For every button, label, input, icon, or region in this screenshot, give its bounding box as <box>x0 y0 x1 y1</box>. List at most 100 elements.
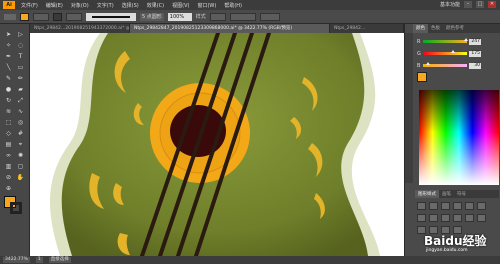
hand-icon[interactable]: ✋ <box>16 173 25 182</box>
tab-graphic-styles[interactable]: 图形样式 <box>415 190 439 198</box>
g-slider[interactable] <box>423 50 467 55</box>
current-color-swatch[interactable] <box>417 72 427 82</box>
graphic-style-swatch[interactable] <box>429 202 438 210</box>
menu-type[interactable]: 文字(T) <box>97 2 114 9</box>
style-label: 样式 <box>195 14 206 20</box>
maximize-icon[interactable]: □ <box>476 1 484 8</box>
artboard-canvas[interactable] <box>30 33 404 256</box>
symbol-sprayer-icon[interactable]: ✺ <box>16 151 25 160</box>
blob-brush-icon[interactable]: ● <box>4 85 13 94</box>
doc-tab-active[interactable]: Ntps_29842847_20190825123309868000.ai* @… <box>130 24 330 33</box>
type-icon[interactable]: T <box>16 52 25 61</box>
preferences-button[interactable] <box>259 12 280 21</box>
channel-r: R 247 <box>417 38 481 45</box>
zoom-icon[interactable]: ⊕ <box>4 184 13 193</box>
doc-tab[interactable]: Ntps_29842... <box>330 24 404 33</box>
scale-icon[interactable]: ⤢ <box>16 96 25 105</box>
r-slider[interactable] <box>423 38 468 43</box>
workspace-switcher[interactable]: 基本功能 <box>440 1 460 8</box>
tab-symbols[interactable]: 符号 <box>454 190 469 198</box>
menu-view[interactable]: 视图(V) <box>172 2 189 9</box>
eyedropper-icon[interactable]: ⌖ <box>16 140 25 149</box>
graphic-style-swatch[interactable] <box>417 202 426 210</box>
warp-icon[interactable]: ∿ <box>16 107 25 116</box>
blend-icon[interactable]: ∞ <box>4 151 13 160</box>
artboard-number[interactable]: 1 <box>35 257 43 263</box>
graphic-style-swatch[interactable] <box>453 202 462 210</box>
tab-brushes[interactable]: 画笔 <box>439 190 454 198</box>
b-value[interactable]: 30 <box>469 62 481 69</box>
style-panel-tabs: 图形样式 画笔 符号 <box>415 190 499 198</box>
current-tool-label: 直接选择 <box>48 257 71 263</box>
window-controls: 基本功能 – □ ✕ <box>440 1 496 8</box>
column-graph-icon[interactable]: ▥ <box>4 162 13 171</box>
graphic-style-swatch[interactable] <box>417 214 426 222</box>
style-dropdown[interactable] <box>209 12 226 21</box>
path-label <box>4 13 16 20</box>
fill-dropdown[interactable] <box>33 12 49 21</box>
status-bar: 3422.77% 1 直接选择 <box>0 256 500 264</box>
b-slider[interactable] <box>423 62 467 67</box>
graphic-style-swatch[interactable] <box>465 214 474 222</box>
pen-icon[interactable]: ✒ <box>4 52 13 61</box>
fill-color-swatch[interactable] <box>20 12 29 21</box>
document-setup-button[interactable] <box>229 12 256 21</box>
graphic-style-swatch[interactable] <box>477 202 486 210</box>
doc-tab[interactable]: Ntps_29842...201908251943372000.ai* @... <box>30 24 130 33</box>
color-spectrum[interactable] <box>419 90 499 185</box>
menu-bar: Ai 文件(F) 编辑(E) 对象(O) 文字(T) 选择(S) 效果(C) 视… <box>0 0 500 10</box>
lasso-icon[interactable]: ◌ <box>16 41 25 50</box>
pencil-icon[interactable]: ✏ <box>16 74 25 83</box>
perspective-icon[interactable]: ◇ <box>4 129 13 138</box>
brush-definition-preview[interactable] <box>86 12 136 21</box>
graphic-style-swatch[interactable] <box>453 214 462 222</box>
tab-color[interactable]: 颜色 <box>413 24 428 33</box>
menu-edit[interactable]: 编辑(E) <box>46 2 63 9</box>
stroke-weight-dropdown[interactable] <box>66 12 82 21</box>
graphic-style-swatch[interactable] <box>441 202 450 210</box>
stroke-color-swatch[interactable] <box>53 12 62 21</box>
menu-file[interactable]: 文件(F) <box>21 2 38 9</box>
close-icon[interactable]: ✕ <box>488 1 496 8</box>
magic-wand-icon[interactable]: ✧ <box>4 41 13 50</box>
stroke-swatch[interactable] <box>10 202 22 214</box>
guitar-artwork <box>50 33 380 256</box>
direct-select-icon[interactable]: ▷ <box>16 30 25 39</box>
paintbrush-icon[interactable]: ✎ <box>4 74 13 83</box>
graphic-style-swatch[interactable] <box>465 202 474 210</box>
mesh-icon[interactable]: # <box>16 129 25 138</box>
shape-builder-icon[interactable]: ◎ <box>16 118 25 127</box>
gradient-icon[interactable]: ▤ <box>4 140 13 149</box>
brush-label: 5 点圆形 <box>140 12 164 21</box>
menu-object[interactable]: 对象(O) <box>71 2 89 9</box>
rectangle-icon[interactable]: ▭ <box>16 63 25 72</box>
document-tabs: Ntps_29842...201908251943372000.ai* @...… <box>30 24 404 33</box>
zoom-field[interactable]: 3422.77% <box>3 257 30 263</box>
graphic-style-swatch[interactable] <box>429 214 438 222</box>
eraser-icon[interactable]: ▰ <box>16 85 25 94</box>
slice-icon[interactable]: ⊘ <box>4 173 13 182</box>
graphic-style-swatch[interactable] <box>477 214 486 222</box>
menu-select[interactable]: 选择(S) <box>122 2 139 9</box>
r-value[interactable]: 247 <box>469 38 481 45</box>
g-value[interactable]: 175 <box>469 50 481 57</box>
tools-panel: ➤ ▷ ✧ ◌ ✒ T ╲ ▭ ✎ ✏ ● ▰ ↻ ⤢ ≋ ∿ ⬚ ◎ ◇ # ▤ ⌖ ∞ ✺ ▥ ▢ ⊘ ✋ ⊕ <box>0 24 30 256</box>
channel-b: B 30 <box>417 62 481 69</box>
menu-help[interactable]: 帮助(H) <box>224 2 242 9</box>
menu-window[interactable]: 窗口(W) <box>197 2 216 9</box>
menu-effect[interactable]: 效果(C) <box>147 2 164 9</box>
line-icon[interactable]: ╲ <box>4 63 13 72</box>
style-swatch-row <box>417 214 486 222</box>
minimize-icon[interactable]: – <box>464 1 472 8</box>
tab-color-guide[interactable]: 颜色参考 <box>443 24 467 33</box>
tab-swatches[interactable]: 色板 <box>428 24 443 33</box>
selection-arrow-icon[interactable]: ➤ <box>4 30 13 39</box>
width-icon[interactable]: ≋ <box>4 107 13 116</box>
artboard-icon[interactable]: ▢ <box>16 162 25 171</box>
collapsed-panel-icons[interactable] <box>405 33 413 183</box>
free-transform-icon[interactable]: ⬚ <box>4 118 13 127</box>
opacity-field[interactable]: 100% <box>167 12 192 21</box>
rotate-icon[interactable]: ↻ <box>4 96 13 105</box>
graphic-style-swatch[interactable] <box>441 214 450 222</box>
watermark-logo: Baidu经验 <box>424 234 487 248</box>
